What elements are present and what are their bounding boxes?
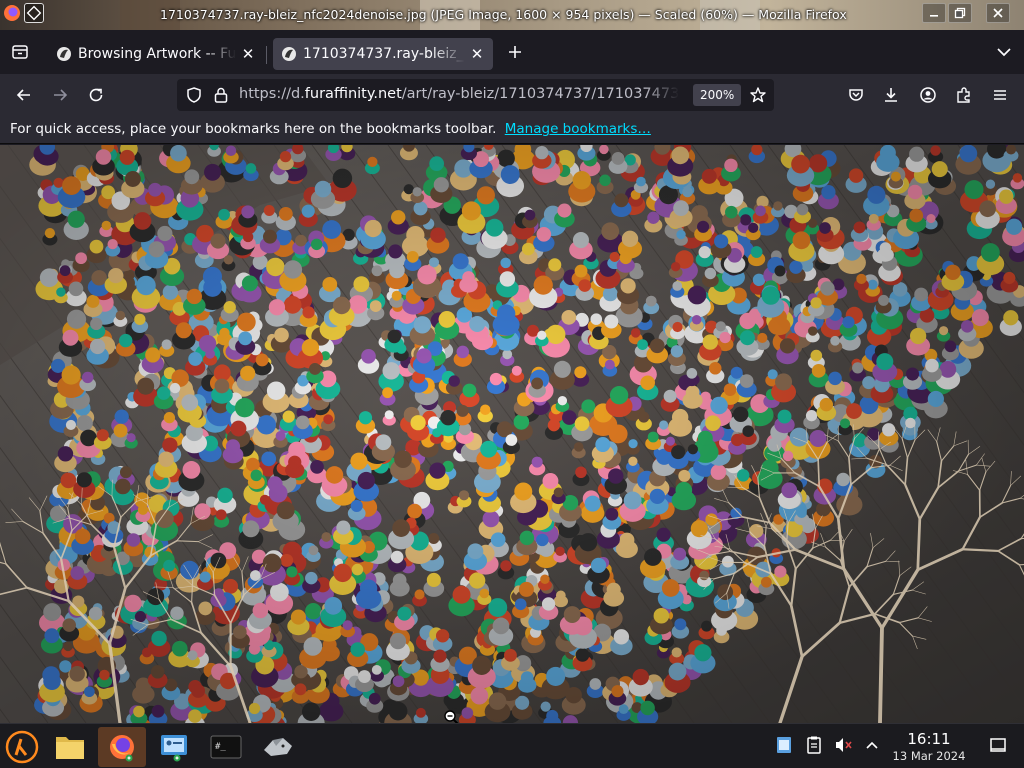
firefox-view-button[interactable] (6, 38, 34, 66)
fursuit-group-photo[interactable] (0, 145, 1024, 723)
bookmark-star-icon[interactable] (749, 86, 767, 104)
minimize-button[interactable] (922, 3, 946, 23)
url-prefix: https://d. (239, 86, 305, 102)
url-text[interactable]: https://d.furaffinity.net/art/ray-bleiz/… (239, 86, 679, 102)
tab-browsing-artwork[interactable]: Browsing Artwork -- Fur Affinity ✕ (48, 38, 264, 70)
extensions-button[interactable] (950, 81, 978, 109)
forward-button[interactable] (46, 81, 74, 109)
tracking-protection-shield-icon[interactable] (185, 86, 203, 104)
url-domain: furaffinity.net (304, 86, 402, 102)
tab-close-icon[interactable]: ✕ (469, 45, 485, 63)
firefox-icon (110, 735, 134, 762)
downloads-button[interactable] (877, 81, 905, 109)
tab-label: 1710374737.ray-bleiz_nfc2024denoise.jpg (303, 46, 465, 62)
close-icon (993, 8, 1003, 18)
list-all-tabs-icon[interactable] (992, 42, 1016, 62)
firefox-view-icon (12, 45, 28, 59)
tab-label: Browsing Artwork -- Fur Affinity (78, 46, 236, 62)
tray-notes[interactable] (773, 734, 795, 756)
zoom-level-button[interactable]: 200% (693, 84, 742, 106)
new-tab-button[interactable] (503, 40, 527, 64)
url-bar[interactable]: https://d.furaffinity.net/art/ray-bleiz/… (177, 79, 774, 111)
taskbar-terminal[interactable]: #_ (206, 727, 246, 767)
forward-arrow-icon (54, 89, 68, 101)
tray-expand[interactable] (861, 734, 883, 756)
wolf-game-icon (264, 738, 292, 756)
window-menu-icon[interactable] (24, 3, 44, 23)
hamburger-menu-icon (994, 90, 1006, 100)
bookmarks-toolbar: For quick access, place your bookmarks h… (0, 116, 1024, 144)
account-button[interactable] (914, 81, 942, 109)
close-window-button[interactable] (986, 3, 1010, 23)
show-desktop-icon (990, 738, 1006, 752)
puzzle-piece-icon (957, 87, 970, 103)
back-arrow-icon (16, 89, 30, 101)
furaffinity-icon (282, 47, 296, 61)
lock-icon[interactable] (213, 86, 229, 104)
download-icon (885, 88, 897, 102)
account-icon (920, 87, 936, 103)
taskbar-system-settings[interactable] (154, 727, 194, 767)
back-button[interactable] (10, 81, 38, 109)
tray-volume[interactable] (832, 734, 854, 756)
app-menu-button[interactable] (986, 81, 1014, 109)
taskbar-wolf-game[interactable] (258, 727, 298, 767)
clock-time[interactable]: 16:11 (892, 730, 966, 748)
reload-icon (89, 88, 103, 102)
system-settings-icon (161, 735, 187, 762)
tab-separator (266, 46, 267, 64)
clock-date[interactable]: 13 Mar 2024 (886, 749, 972, 763)
show-desktop-button[interactable] (987, 734, 1009, 756)
image-viewer[interactable] (0, 145, 1024, 723)
svg-text:#_: #_ (215, 742, 226, 752)
manage-bookmarks-link[interactable]: Manage bookmarks… (505, 121, 651, 137)
url-path: /art/ray-bleiz/1710374737/1710374737.ray… (401, 86, 679, 102)
file-manager-icon (56, 737, 84, 759)
zoom-out-cursor-icon (444, 710, 459, 723)
furaffinity-icon (57, 47, 71, 61)
pocket-button[interactable] (842, 81, 870, 109)
firefox-window-icon[interactable] (2, 3, 22, 23)
app-launcher-button[interactable] (2, 727, 42, 767)
desktop-taskbar: #_ 16:11 13 Mar 2024 (0, 723, 1024, 768)
clipboard-icon (807, 736, 821, 754)
clipboard-notes-icon (777, 737, 791, 753)
tray-clipboard[interactable] (803, 734, 825, 756)
tab-image[interactable]: 1710374737.ray-bleiz_nfc2024denoise.jpg … (273, 38, 493, 70)
window-titlebar[interactable]: 1710374737.ray-bleiz_nfc2024denoise.jpg … (0, 0, 1024, 30)
pocket-icon (849, 89, 863, 101)
taskbar-file-manager[interactable] (50, 727, 90, 767)
tab-strip: Browsing Artwork -- Fur Affinity ✕ 17103… (0, 30, 1024, 74)
tab-close-icon[interactable]: ✕ (240, 45, 256, 63)
maximize-button[interactable] (948, 3, 972, 23)
minimize-icon (930, 15, 938, 17)
half-life-launcher-icon (5, 730, 39, 764)
reload-button[interactable] (82, 81, 110, 109)
chevron-up-icon (866, 741, 878, 749)
navigation-toolbar: https://d.furaffinity.net/art/ray-bleiz/… (0, 74, 1024, 116)
terminal-icon: #_ (210, 735, 242, 759)
restore-icon (954, 7, 966, 19)
bookmarks-empty-message: For quick access, place your bookmarks h… (10, 121, 497, 137)
taskbar-firefox[interactable] (98, 727, 146, 767)
plus-icon (509, 46, 521, 58)
volume-muted-icon (836, 738, 852, 752)
window-title: 1710374737.ray-bleiz_nfc2024denoise.jpg … (160, 7, 847, 22)
